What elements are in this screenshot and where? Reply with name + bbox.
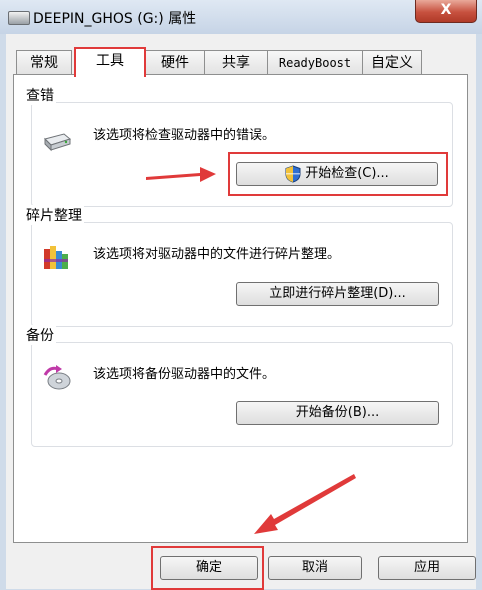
cancel-button[interactable]: 取消 (268, 556, 362, 580)
tools-tab-panel: 查错 该选项将检查驱动器中的错误。 碎片整理 该选项将对驱动器中的文件进行碎片整… (13, 74, 468, 543)
hard-drive-icon (44, 133, 72, 152)
ok-button-highlight (151, 546, 264, 590)
tab-hardware[interactable]: 硬件 (145, 50, 205, 75)
error-check-title: 查错 (24, 85, 56, 105)
defrag-now-button[interactable]: 立即进行碎片整理(D)... (236, 282, 439, 306)
start-backup-button[interactable]: 开始备份(B)... (236, 401, 439, 425)
arrow-to-ok-icon (254, 474, 356, 534)
defrag-group: 碎片整理 该选项将对驱动器中的文件进行碎片整理。 (24, 205, 453, 327)
tab-readyboost[interactable]: ReadyBoost (267, 50, 363, 75)
tab-customize[interactable]: 自定义 (362, 50, 422, 75)
error-check-description: 该选项将检查驱动器中的错误。 (93, 128, 276, 143)
tab-general[interactable]: 常规 (16, 50, 72, 75)
backup-description: 该选项将备份驱动器中的文件。 (93, 367, 276, 382)
title-bar: DEEPIN_GHOS (G:) 属性 X (0, 0, 482, 34)
backup-title: 备份 (24, 325, 56, 345)
defrag-title: 碎片整理 (24, 205, 84, 225)
close-button[interactable]: X (415, 0, 477, 23)
defrag-description: 该选项将对驱动器中的文件进行碎片整理。 (93, 247, 341, 262)
drive-icon (8, 11, 30, 25)
window-title: DEEPIN_GHOS (G:) 属性 (33, 11, 197, 27)
backup-group: 备份 该选项将备份驱动器中的文件。 (24, 325, 453, 447)
backup-icon (43, 365, 71, 390)
arrow-to-check-icon (146, 167, 216, 182)
apply-button[interactable]: 应用 (378, 556, 476, 580)
start-check-highlight (228, 152, 448, 196)
tab-tools[interactable]: 工具 (74, 47, 146, 77)
defrag-icon (44, 246, 68, 269)
tab-sharing[interactable]: 共享 (204, 50, 268, 75)
